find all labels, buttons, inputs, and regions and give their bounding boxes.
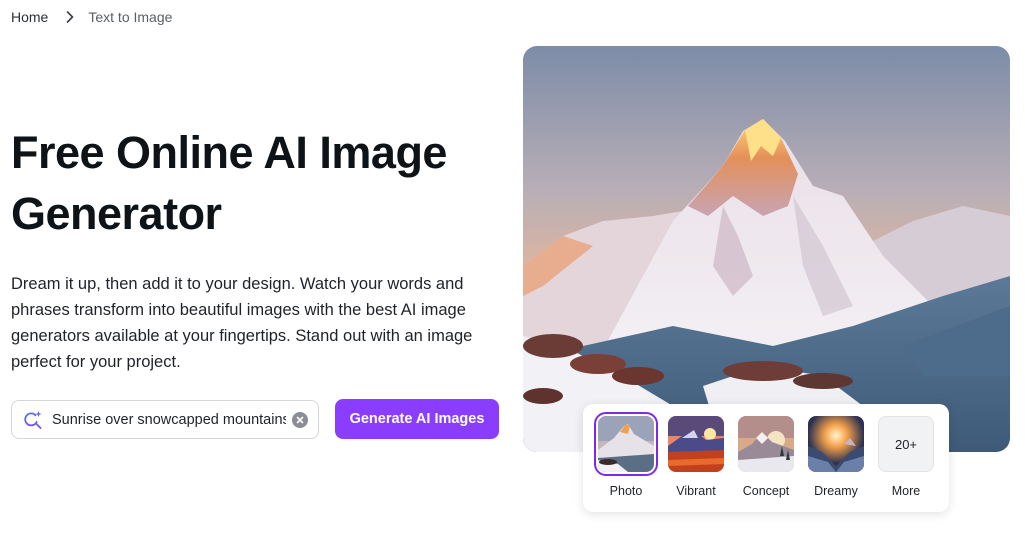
magic-search-icon bbox=[22, 409, 44, 431]
style-option-photo[interactable]: Photo bbox=[594, 412, 658, 498]
vibrant-style-thumbnail bbox=[668, 416, 724, 472]
generate-ai-images-button[interactable]: Generate AI Images bbox=[335, 399, 499, 439]
more-styles-count: 20+ bbox=[878, 416, 934, 472]
style-label: Photo bbox=[609, 484, 643, 498]
style-label: Vibrant bbox=[676, 484, 716, 498]
style-option-more[interactable]: 20+ More bbox=[876, 416, 936, 498]
style-label: Concept bbox=[742, 484, 790, 498]
page-title: Free Online AI Image Generator bbox=[11, 127, 447, 239]
breadcrumb-home-link[interactable]: Home bbox=[11, 9, 48, 25]
page-description: Dream it up, then add it to your design.… bbox=[11, 275, 473, 371]
style-option-concept[interactable]: Concept bbox=[736, 416, 796, 498]
breadcrumb: Home Text to Image bbox=[11, 9, 172, 25]
preview-image bbox=[523, 46, 1010, 452]
style-label: More bbox=[891, 484, 921, 498]
concept-style-thumbnail bbox=[738, 416, 794, 472]
breadcrumb-current: Text to Image bbox=[88, 9, 173, 25]
style-picker: Photo Vibrant Concept Dreamy 20+ More bbox=[583, 404, 949, 512]
style-option-vibrant[interactable]: Vibrant bbox=[666, 416, 726, 498]
style-label: Dreamy bbox=[814, 484, 858, 498]
photo-style-thumbnail bbox=[594, 412, 658, 476]
style-option-dreamy[interactable]: Dreamy bbox=[806, 416, 866, 498]
clear-icon[interactable] bbox=[292, 411, 308, 428]
chevron-right-icon bbox=[66, 11, 74, 23]
dreamy-style-thumbnail bbox=[808, 416, 864, 472]
prompt-input[interactable] bbox=[52, 411, 286, 428]
prompt-field[interactable] bbox=[11, 400, 319, 439]
